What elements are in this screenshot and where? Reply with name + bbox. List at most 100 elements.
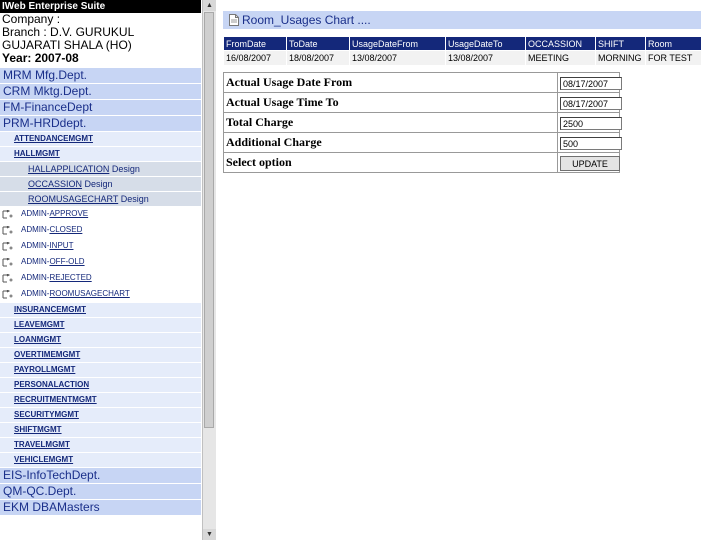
cell-shift: MORNING [595, 50, 646, 66]
nav-admin-roomusagechart[interactable]: ADMIN-ROOMUSAGECHART [0, 287, 201, 301]
nav-admin-approve[interactable]: ADMIN-APPROVE [0, 207, 201, 221]
admin-label: OFF-OLD [49, 257, 85, 266]
nav-dept-fm[interactable]: FM-FinanceDept [0, 100, 201, 116]
nav-item-occassion-design[interactable]: OCCASSION Design [0, 177, 201, 192]
scrollbar-thumb[interactable] [204, 12, 214, 428]
link-arrow-icon [2, 289, 14, 299]
additional-charge-input[interactable] [560, 137, 622, 150]
cell-todate: 18/08/2007 [286, 50, 350, 66]
nav-item-payrollmgmt[interactable]: PAYROLLMGMT [0, 363, 201, 378]
nav-dept-ekm[interactable]: EKM DBAMasters [0, 500, 201, 516]
cell-room: FOR TEST [645, 50, 702, 66]
nav-item-recruitmentmgmt[interactable]: RECRUITMENTMGMT [0, 393, 201, 408]
link-suffix: Design [118, 194, 149, 204]
nav-admin-rejected[interactable]: ADMIN-REJECTED [0, 271, 201, 285]
admin-link: ADMIN-CLOSED [21, 223, 82, 237]
nav-dept-prm[interactable]: PRM-HRDdept. [0, 116, 201, 132]
chart-title-bar: Room_Usages Chart .... [223, 11, 701, 29]
label-actual-usage-time-to: Actual Usage Time To [223, 92, 558, 113]
nav-admin-off-old[interactable]: ADMIN-OFF-OLD [0, 255, 201, 269]
nav-item-personalaction[interactable]: PERSONALACTION [0, 378, 201, 393]
link-arrow-icon [2, 209, 14, 219]
chart-title: Room_Usages Chart .... [242, 13, 371, 27]
nav-item-shiftmgmt[interactable]: SHIFTMGMT [0, 423, 201, 438]
actual-usage-date-from-input[interactable] [560, 77, 622, 90]
cell-fromdate: 16/08/2007 [223, 50, 287, 66]
admin-prefix: ADMIN- [21, 289, 50, 298]
admin-prefix: ADMIN- [21, 225, 50, 234]
company-info: Company : Branch : D.V. GURUKUL GUJARATI… [0, 13, 201, 65]
nav-admin-closed[interactable]: ADMIN-CLOSED [0, 223, 201, 237]
link-suffix: Design [109, 164, 140, 174]
left-frame-scrollbar[interactable]: ▲ ▼ [202, 0, 216, 540]
nav-item-insurancemgmt[interactable]: INSURANCEMGMT [0, 303, 201, 318]
total-charge-input[interactable] [560, 117, 622, 130]
link-label: OCCASSION [28, 179, 83, 189]
admin-label: CLOSED [49, 225, 83, 234]
admin-link: ADMIN-APPROVE [21, 207, 88, 221]
nav-dept-qm[interactable]: QM-QC.Dept. [0, 484, 201, 500]
table-header-row: FromDate ToDate UsageDateFrom UsageDateT… [223, 36, 702, 51]
nav-item-leavemgmt[interactable]: LEAVEMGMT [0, 318, 201, 333]
cell-usagedatefrom: 13/08/2007 [349, 50, 446, 66]
label-additional-charge: Additional Charge [223, 132, 558, 153]
left-nav-frame: IWeb Enterprise Suite Company : Branch :… [0, 0, 201, 540]
nav-dept-eis[interactable]: EIS-InfoTechDept. [0, 468, 201, 484]
col-header-fromdate: FromDate [223, 36, 287, 51]
nav-item-roomusagechart-design[interactable]: ROOMUSAGECHART Design [0, 192, 201, 207]
nav-item-securitymgmt[interactable]: SECURITYMGMT [0, 408, 201, 423]
col-header-occassion: OCCASSION [525, 36, 596, 51]
admin-link: ADMIN-REJECTED [21, 271, 92, 285]
admin-label: APPROVE [49, 209, 89, 218]
nav-item-vehiclemgmt[interactable]: VEHICLEMGMT [0, 453, 201, 468]
main-content: Room_Usages Chart .... FromDate ToDate U… [223, 0, 703, 540]
nav-item-overtimemgmt[interactable]: OVERTIMEMGMT [0, 348, 201, 363]
link-arrow-icon [2, 241, 14, 251]
form-row: Total Charge [223, 112, 622, 133]
nav-item-hallapplication-design[interactable]: HALLAPPLICATION Design [0, 162, 201, 177]
link-suffix: Design [82, 179, 113, 189]
nav-item-travelmgmt[interactable]: TRAVELMGMT [0, 438, 201, 453]
year-label: Year: 2007-08 [2, 51, 79, 65]
col-header-shift: SHIFT [595, 36, 646, 51]
cell-usagedateto: 13/08/2007 [445, 50, 526, 66]
link-label: HALLAPPLICATION [28, 164, 110, 174]
cell-occassion: MEETING [525, 50, 596, 66]
label-select-option: Select option [223, 152, 558, 173]
admin-link: ADMIN-ROOMUSAGECHART [21, 287, 130, 301]
admin-label: REJECTED [49, 273, 92, 282]
nav-admin-input[interactable]: ADMIN-INPUT [0, 239, 201, 253]
usage-update-form: Actual Usage Date From Actual Usage Time… [223, 72, 622, 173]
link-arrow-icon [2, 225, 14, 235]
admin-prefix: ADMIN- [21, 209, 50, 218]
nav-dept-mrm[interactable]: MRM Mfg.Dept. [0, 68, 201, 84]
nav-item-attendancemgmt[interactable]: ATTENDANCEMGMT [0, 132, 201, 147]
col-header-room: Room [645, 36, 702, 51]
actual-usage-time-to-input[interactable] [560, 97, 622, 110]
form-row: Actual Usage Date From [223, 72, 622, 93]
admin-prefix: ADMIN- [21, 241, 50, 250]
room-usage-table: FromDate ToDate UsageDateFrom UsageDateT… [223, 36, 702, 66]
label-actual-usage-date-from: Actual Usage Date From [223, 72, 558, 93]
link-label: ROOMUSAGECHART [28, 194, 119, 204]
link-arrow-icon [2, 257, 14, 267]
admin-link: ADMIN-INPUT [21, 239, 73, 253]
form-row: Select option UPDATE [223, 152, 620, 173]
table-row: 16/08/2007 18/08/2007 13/08/2007 13/08/2… [223, 50, 702, 66]
admin-label: ROOMUSAGECHART [49, 289, 130, 298]
nav-dept-crm[interactable]: CRM Mktg.Dept. [0, 84, 201, 100]
col-header-usagedateto: UsageDateTo [445, 36, 526, 51]
update-button[interactable]: UPDATE [560, 156, 620, 171]
col-header-todate: ToDate [286, 36, 350, 51]
label-total-charge: Total Charge [223, 112, 558, 133]
nav-item-hallmgmt[interactable]: HALLMGMT [0, 147, 201, 162]
scroll-down-arrow-icon[interactable]: ▼ [203, 529, 216, 540]
scroll-up-arrow-icon[interactable]: ▲ [203, 0, 216, 11]
link-arrow-icon [2, 273, 14, 283]
document-icon [229, 13, 239, 31]
admin-label: INPUT [49, 241, 74, 250]
form-row: Actual Usage Time To [223, 92, 622, 113]
form-row: Additional Charge [223, 132, 622, 153]
nav-item-loanmgmt[interactable]: LOANMGMT [0, 333, 201, 348]
col-header-usagedatefrom: UsageDateFrom [349, 36, 446, 51]
